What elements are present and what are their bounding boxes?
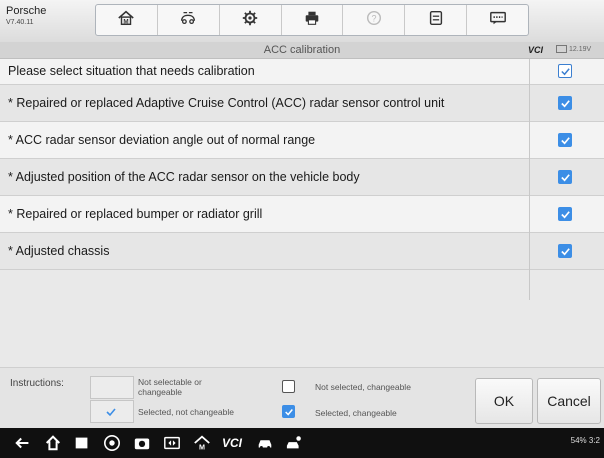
browser-icon[interactable] — [103, 434, 121, 452]
title-bar: ACC calibration VCI 12.19V — [0, 42, 604, 59]
toolbar: M ? — [95, 4, 529, 36]
data-logging-button[interactable] — [467, 5, 528, 35]
legend-not-selectable-swatch — [90, 376, 134, 399]
system-status: 54% 3:2 — [571, 436, 600, 445]
list-item-label: * Adjusted position of the ACC radar sen… — [8, 170, 360, 184]
list-item-label: * Repaired or replaced bumper or radiato… — [8, 207, 263, 221]
list-item-checkbox[interactable] — [558, 207, 572, 221]
page-title: ACC calibration — [263, 44, 341, 56]
check-icon — [105, 405, 117, 423]
ok-button[interactable]: OK — [475, 378, 533, 424]
battery-percent: 54% — [570, 436, 587, 445]
list-item-label: * Repaired or replaced Adaptive Cruise C… — [8, 96, 445, 110]
maxi-home-icon[interactable]: M — [193, 434, 211, 452]
vci-icon[interactable]: VCI — [222, 436, 242, 450]
legend-unchecked-checkbox-icon — [282, 380, 295, 393]
select-all-row[interactable]: Please select situation that needs calib… — [0, 59, 604, 85]
home-icon[interactable] — [44, 434, 62, 452]
list-item-label: * ACC radar sensor deviation angle out o… — [8, 133, 316, 147]
software-version: V7.40.11 — [6, 19, 34, 26]
list-item[interactable]: * Adjusted position of the ACC radar sen… — [0, 159, 604, 196]
vehicle-swap-icon — [179, 9, 197, 32]
legend-not-selectable-text: Not selectable or changeable — [138, 377, 202, 397]
select-all-checkbox[interactable] — [558, 64, 572, 78]
recent-apps-icon[interactable] — [73, 434, 91, 452]
calibration-situation-list: Please select situation that needs calib… — [0, 59, 604, 270]
list-item[interactable]: * Repaired or replaced bumper or radiato… — [0, 196, 604, 233]
svg-text:M: M — [199, 442, 205, 451]
list-item-checkbox[interactable] — [558, 133, 572, 147]
legend-selected-not-changeable-text: Selected, not changeable — [138, 407, 234, 417]
svg-text:?: ? — [371, 13, 376, 23]
vci-status-label: VCI — [528, 45, 544, 55]
save-button[interactable] — [405, 5, 468, 35]
legend-checked-checkbox-icon — [282, 405, 295, 418]
top-bar: Porsche V7.40.11 M ? — [0, 0, 604, 43]
print-icon — [303, 9, 321, 32]
cancel-button[interactable]: Cancel — [537, 378, 601, 424]
system-nav-bar: M VCI 54% 3:2 — [0, 428, 604, 458]
data-logging-icon — [489, 9, 507, 32]
home-button[interactable]: M — [96, 5, 158, 35]
battery-voltage: 12.19V — [556, 42, 591, 58]
settings-icon — [241, 9, 259, 32]
vehicle-name: Porsche — [6, 5, 47, 17]
list-empty-area — [0, 300, 604, 367]
list-item-checkbox[interactable] — [558, 96, 572, 110]
home-icon: M — [117, 9, 135, 32]
camera-icon[interactable] — [133, 434, 151, 452]
footer: Instructions: Not selectable or changeab… — [0, 367, 604, 429]
svg-text:M: M — [124, 18, 129, 25]
settings-button[interactable] — [220, 5, 282, 35]
help-button[interactable]: ? — [343, 5, 406, 35]
instructions-label: Instructions: — [10, 378, 64, 389]
list-item[interactable]: * ACC radar sensor deviation angle out o… — [0, 122, 604, 159]
car-icon[interactable] — [256, 434, 274, 452]
car-person-icon[interactable] — [286, 434, 304, 452]
list-item-checkbox[interactable] — [558, 244, 572, 258]
voltage-value: 12.19V — [569, 46, 592, 53]
list-item-label: * Adjusted chassis — [8, 244, 110, 258]
battery-icon — [556, 45, 567, 54]
column-divider — [529, 59, 530, 300]
screen-mirror-icon[interactable] — [163, 434, 181, 452]
list-item-checkbox[interactable] — [558, 170, 572, 184]
back-icon[interactable] — [14, 434, 32, 452]
list-item[interactable]: * Adjusted chassis — [0, 233, 604, 270]
list-item[interactable]: * Repaired or replaced Adaptive Cruise C… — [0, 85, 604, 122]
legend-selected-changeable-text: Selected, changeable — [315, 408, 397, 418]
vehicle-info: Porsche V7.40.11 — [6, 5, 47, 27]
clock: 3:2 — [588, 436, 600, 445]
legend-not-selected-changeable-text: Not selected, changeable — [315, 382, 411, 392]
help-icon: ? — [365, 9, 383, 32]
save-icon — [427, 9, 445, 32]
vehicle-swap-button[interactable] — [158, 5, 220, 35]
list-header-label: Please select situation that needs calib… — [8, 64, 255, 78]
print-button[interactable] — [282, 5, 344, 35]
